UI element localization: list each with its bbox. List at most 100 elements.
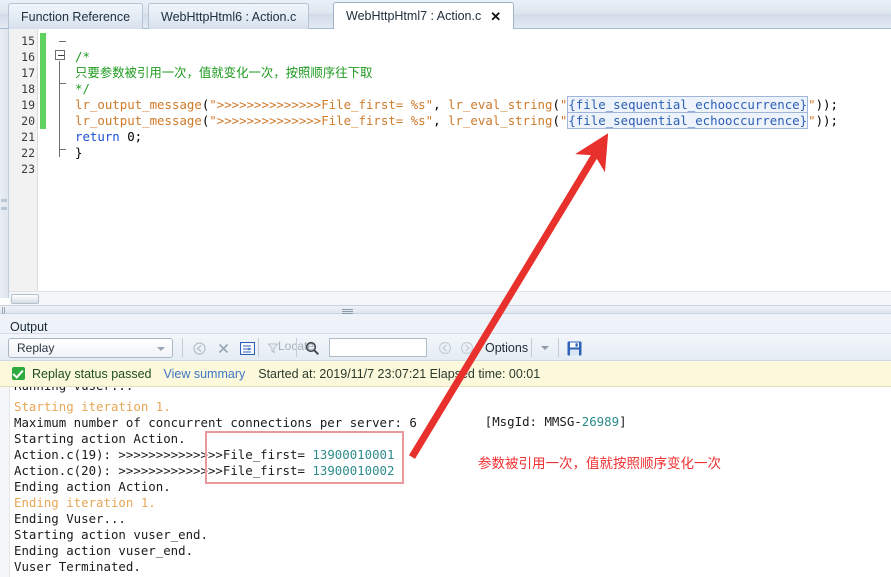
- code-token: lr_output_message: [75, 97, 202, 112]
- previous-match-icon[interactable]: [434, 338, 456, 358]
- line-number: 17: [21, 66, 35, 80]
- code-editor[interactable]: 15 16 /* 17 只要参数被引用一次，值就变化一次，按照顺序往下取 18 */ 19 lr…: [9, 29, 891, 291]
- output-source-select[interactable]: Replay: [8, 338, 173, 358]
- status-check-icon: [12, 367, 25, 380]
- code-token: 只要参数被引用一次，值就变化一次，按照顺序往下取: [75, 65, 373, 80]
- clear-icon[interactable]: [212, 338, 234, 358]
- run-timing-text: Started at: 2019/11/7 23:07:21 Elapsed t…: [258, 366, 541, 381]
- line-number: 22: [21, 146, 35, 160]
- log-line: Action.c(19): >>>>>>>>>>>>>>File_first= …: [14, 447, 394, 463]
- output-panel-title: Output: [10, 320, 48, 334]
- splitter-grip-icon: [342, 309, 353, 314]
- msgid-prefix: [MsgId: MMSG-: [484, 414, 582, 429]
- code-line: 23: [9, 161, 891, 177]
- code-line-text: lr_output_message ( ">>>>>>>>>>>>>>File_fi…: [75, 96, 838, 113]
- tab-function-reference[interactable]: Function Reference: [8, 3, 144, 29]
- log-line: Starting iteration 1.: [14, 399, 171, 415]
- view-summary-link[interactable]: View summary: [164, 367, 246, 381]
- replay-status-bar: Replay status passed View summary Starte…: [0, 361, 891, 387]
- rail-grip-icon: [1, 207, 7, 210]
- log-line-text: Starting action Action.: [14, 431, 186, 446]
- search-input[interactable]: [329, 338, 427, 357]
- toolbar-separator: [531, 338, 532, 357]
- next-match-icon[interactable]: [456, 338, 478, 358]
- log-line-text: Ending Vuser...: [14, 511, 126, 526]
- log-line-text: Action.c(20): >>>>>>>>>>>>>>File_first=: [14, 463, 313, 478]
- log-line-partial: Running Vuser...: [14, 387, 133, 393]
- tab-webhttphtml6-action-c[interactable]: WebHttpHtml6 : Action.c: [148, 3, 310, 29]
- code-text-area[interactable]: 15 16 /* 17 只要参数被引用一次，值就变化一次，按照顺序往下取 18 */ 19 lr…: [9, 29, 891, 291]
- code-token: */: [75, 81, 90, 96]
- scrollbar-thumb[interactable]: [11, 294, 39, 304]
- log-line: Ending action Action.: [14, 479, 171, 495]
- code-token: return: [75, 129, 120, 144]
- toolbar-separator: [558, 338, 559, 357]
- code-token: lr_eval_string: [448, 113, 553, 128]
- wrap-text-icon[interactable]: [236, 338, 258, 358]
- line-number: 23: [21, 162, 35, 176]
- line-number: 18: [21, 82, 35, 96]
- code-token: ));: [815, 97, 838, 112]
- search-icon[interactable]: [301, 338, 323, 358]
- log-line-text: Maximum number of concurrent connections…: [14, 415, 417, 430]
- code-token: ">>>>>>>>>>>>>>File_first= %s": [209, 97, 434, 112]
- options-label: Options: [485, 341, 529, 355]
- code-line: 21 return 0;: [9, 129, 891, 145]
- left-dock-rail[interactable]: [0, 29, 9, 298]
- log-line-text: Vuser Terminated.: [14, 559, 141, 574]
- tab-webhttphtml7-action-c[interactable]: WebHttpHtml7 : Action.c ✕: [333, 2, 515, 29]
- log-line-text: Ending action vuser_end.: [14, 543, 194, 558]
- log-line: Maximum number of concurrent connections…: [14, 415, 417, 431]
- log-gutter: [0, 387, 10, 577]
- log-line: Vuser Terminated.: [14, 559, 141, 575]
- tab-label: Function Reference: [21, 9, 131, 24]
- editor-horizontal-scrollbar[interactable]: [9, 291, 891, 305]
- log-parameter-value: 13900010001: [312, 447, 395, 462]
- code-line: 22}: [9, 145, 891, 161]
- code-line-text: 只要参数被引用一次，值就变化一次，按照顺序往下取: [75, 65, 372, 81]
- code-line: 17 只要参数被引用一次，值就变化一次，按照顺序往下取: [9, 65, 891, 81]
- output-toolbar: Replay Lo: [0, 333, 891, 361]
- log-line: Ending Vuser...: [14, 511, 126, 527]
- code-line-text: */: [75, 81, 90, 97]
- toolbar-separator: [258, 338, 259, 357]
- log-line-text: Starting iteration 1.: [14, 399, 171, 414]
- chevron-down-icon[interactable]: [157, 347, 165, 351]
- code-line: 19 lr_output_message ( ">>>>>>>>>>>>>>File_…: [9, 96, 891, 113]
- back-arrow-icon[interactable]: [188, 338, 210, 358]
- options-button[interactable]: Options: [477, 337, 536, 359]
- code-token: ": [808, 113, 816, 128]
- code-line-text: lr_output_message ( ">>>>>>>>>>>>>>File_fi…: [75, 112, 838, 129]
- close-icon[interactable]: ✕: [490, 10, 501, 23]
- line-number: 15: [21, 34, 35, 48]
- line-number: 21: [21, 130, 35, 144]
- code-token: ">>>>>>>>>>>>>>File_first= %s": [209, 113, 434, 128]
- parameter-token: {file_sequential_echooccurrence}: [567, 112, 809, 129]
- log-line: Action.c(20): >>>>>>>>>>>>>>File_first= …: [14, 463, 394, 479]
- log-line: Starting action vuser_end.: [14, 527, 208, 543]
- options-dropdown-button[interactable]: [535, 337, 555, 359]
- log-line-text: Ending action Action.: [14, 479, 171, 494]
- code-line: 18 */: [9, 81, 891, 97]
- code-token: (: [552, 97, 560, 112]
- line-number: 20: [21, 114, 35, 128]
- panel-splitter[interactable]: [0, 305, 891, 321]
- editor-tab-bar: Function Reference WebHttpHtml6 : Action…: [0, 0, 891, 29]
- code-token: /*: [75, 49, 90, 64]
- code-token: lr_output_message: [75, 113, 202, 128]
- splitter-left-grip-icon: [2, 307, 7, 321]
- parameter-token: {file_sequential_echooccurrence}: [567, 96, 809, 113]
- code-line: 15: [9, 33, 891, 49]
- code-token: ,: [433, 113, 449, 128]
- log-line: Ending action vuser_end.: [14, 543, 193, 559]
- line-number: 19: [21, 98, 35, 112]
- save-icon[interactable]: [563, 338, 585, 358]
- annotation-note: 参数被引用一次，值就按照顺序变化一次: [478, 456, 721, 471]
- line-number: 16: [21, 50, 35, 64]
- code-token: (: [552, 113, 560, 128]
- output-source-value: Replay: [17, 341, 55, 355]
- log-msgid: [MsgId: MMSG-26989]: [440, 399, 627, 444]
- msgid-suffix: ]: [619, 414, 627, 429]
- output-log-area[interactable]: Running Vuser... Starting iteration 1.Ma…: [0, 387, 891, 577]
- log-line-text: Action.c(19): >>>>>>>>>>>>>>File_first=: [14, 447, 313, 462]
